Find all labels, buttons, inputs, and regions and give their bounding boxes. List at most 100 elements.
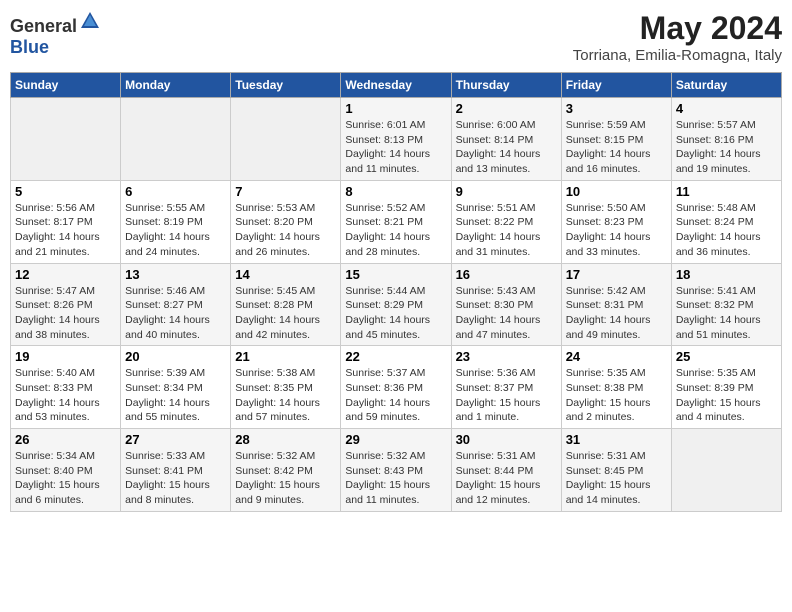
column-header-tuesday: Tuesday [231, 73, 341, 98]
calendar-week-3: 12Sunrise: 5:47 AMSunset: 8:26 PMDayligh… [11, 263, 782, 346]
calendar-cell: 25 Sunrise: 5:35 AMSunset: 8:39 PMDayligh… [671, 346, 781, 429]
day-number: 8 [345, 184, 446, 199]
column-header-saturday: Saturday [671, 73, 781, 98]
day-info: Sunrise: 5:53 AMSunset: 8:20 PMDaylight:… [235, 201, 336, 260]
day-number: 30 [456, 432, 557, 447]
calendar-table: SundayMondayTuesdayWednesdayThursdayFrid… [10, 72, 782, 512]
calendar-week-2: 5Sunrise: 5:56 AMSunset: 8:17 PMDaylight… [11, 180, 782, 263]
calendar-cell: 17 Sunrise: 5:42 AMSunset: 8:31 PMDayligh… [561, 263, 671, 346]
day-number: 1 [345, 101, 446, 116]
calendar-cell [671, 429, 781, 512]
calendar-cell: 9 Sunrise: 5:51 AMSunset: 8:22 PMDaylight… [451, 180, 561, 263]
day-number: 20 [125, 349, 226, 364]
location-title: Torriana, Emilia-Romagna, Italy [573, 47, 782, 64]
day-number: 22 [345, 349, 446, 364]
day-info: Sunrise: 5:33 AMSunset: 8:41 PMDaylight:… [125, 449, 226, 508]
calendar-week-4: 19Sunrise: 5:40 AMSunset: 8:33 PMDayligh… [11, 346, 782, 429]
day-number: 2 [456, 101, 557, 116]
day-number: 13 [125, 267, 226, 282]
day-number: 12 [15, 267, 116, 282]
logo-text: General Blue [10, 10, 101, 58]
day-number: 23 [456, 349, 557, 364]
day-number: 9 [456, 184, 557, 199]
day-number: 14 [235, 267, 336, 282]
calendar-cell: 1 Sunrise: 6:01 AMSunset: 8:13 PMDaylight… [341, 98, 451, 181]
calendar-cell: 29 Sunrise: 5:32 AMSunset: 8:43 PMDayligh… [341, 429, 451, 512]
calendar-cell: 28 Sunrise: 5:32 AMSunset: 8:42 PMDayligh… [231, 429, 341, 512]
logo-blue: Blue [10, 37, 49, 57]
day-number: 19 [15, 349, 116, 364]
day-number: 27 [125, 432, 226, 447]
calendar-cell: 14Sunrise: 5:45 AMSunset: 8:28 PMDayligh… [231, 263, 341, 346]
day-number: 26 [15, 432, 116, 447]
day-info: Sunrise: 5:35 AMSunset: 8:38 PMDaylight:… [566, 366, 667, 425]
day-number: 21 [235, 349, 336, 364]
calendar-cell: 10Sunrise: 5:50 AMSunset: 8:23 PMDayligh… [561, 180, 671, 263]
calendar-cell: 11Sunrise: 5:48 AMSunset: 8:24 PMDayligh… [671, 180, 781, 263]
day-info: Sunrise: 6:00 AMSunset: 8:14 PMDaylight:… [456, 118, 557, 177]
day-info: Sunrise: 5:41 AMSunset: 8:32 PMDaylight:… [676, 284, 777, 343]
day-info: Sunrise: 5:51 AMSunset: 8:22 PMDaylight:… [456, 201, 557, 260]
calendar-cell [231, 98, 341, 181]
day-number: 17 [566, 267, 667, 282]
day-info: Sunrise: 5:42 AMSunset: 8:31 PMDaylight:… [566, 284, 667, 343]
day-info: Sunrise: 5:32 AMSunset: 8:42 PMDaylight:… [235, 449, 336, 508]
day-info: Sunrise: 5:35 AMSunset: 8:39 PMDaylight:… [676, 366, 777, 425]
day-info: Sunrise: 5:31 AMSunset: 8:44 PMDaylight:… [456, 449, 557, 508]
calendar-week-5: 26Sunrise: 5:34 AMSunset: 8:40 PMDayligh… [11, 429, 782, 512]
day-number: 6 [125, 184, 226, 199]
calendar-cell: 31 Sunrise: 5:31 AMSunset: 8:45 PMDayligh… [561, 429, 671, 512]
calendar-cell: 30 Sunrise: 5:31 AMSunset: 8:44 PMDayligh… [451, 429, 561, 512]
day-number: 18 [676, 267, 777, 282]
day-number: 28 [235, 432, 336, 447]
day-info: Sunrise: 5:57 AMSunset: 8:16 PMDaylight:… [676, 118, 777, 177]
day-info: Sunrise: 5:39 AMSunset: 8:34 PMDaylight:… [125, 366, 226, 425]
calendar-cell: 22 Sunrise: 5:37 AMSunset: 8:36 PMDayligh… [341, 346, 451, 429]
calendar-cell: 19Sunrise: 5:40 AMSunset: 8:33 PMDayligh… [11, 346, 121, 429]
day-info: Sunrise: 5:52 AMSunset: 8:21 PMDaylight:… [345, 201, 446, 260]
day-info: Sunrise: 5:59 AMSunset: 8:15 PMDaylight:… [566, 118, 667, 177]
calendar-cell: 2 Sunrise: 6:00 AMSunset: 8:14 PMDaylight… [451, 98, 561, 181]
day-info: Sunrise: 5:44 AMSunset: 8:29 PMDaylight:… [345, 284, 446, 343]
calendar-cell: 12Sunrise: 5:47 AMSunset: 8:26 PMDayligh… [11, 263, 121, 346]
calendar-cell: 21 Sunrise: 5:38 AMSunset: 8:35 PMDayligh… [231, 346, 341, 429]
calendar-cell: 16 Sunrise: 5:43 AMSunset: 8:30 PMDayligh… [451, 263, 561, 346]
calendar-cell: 8 Sunrise: 5:52 AMSunset: 8:21 PMDaylight… [341, 180, 451, 263]
calendar-cell: 18 Sunrise: 5:41 AMSunset: 8:32 PMDayligh… [671, 263, 781, 346]
column-header-monday: Monday [121, 73, 231, 98]
calendar-cell: 15 Sunrise: 5:44 AMSunset: 8:29 PMDayligh… [341, 263, 451, 346]
column-header-thursday: Thursday [451, 73, 561, 98]
day-number: 5 [15, 184, 116, 199]
day-number: 29 [345, 432, 446, 447]
page-header: General Blue May 2024 Torriana, Emilia-R… [10, 10, 782, 64]
day-info: Sunrise: 5:43 AMSunset: 8:30 PMDaylight:… [456, 284, 557, 343]
day-number: 15 [345, 267, 446, 282]
calendar-cell: 23 Sunrise: 5:36 AMSunset: 8:37 PMDayligh… [451, 346, 561, 429]
calendar-cell: 4 Sunrise: 5:57 AMSunset: 8:16 PMDaylight… [671, 98, 781, 181]
calendar-week-1: 1 Sunrise: 6:01 AMSunset: 8:13 PMDaylight… [11, 98, 782, 181]
logo-general: General [10, 16, 77, 36]
day-info: Sunrise: 5:36 AMSunset: 8:37 PMDaylight:… [456, 366, 557, 425]
day-info: Sunrise: 5:37 AMSunset: 8:36 PMDaylight:… [345, 366, 446, 425]
day-info: Sunrise: 6:01 AMSunset: 8:13 PMDaylight:… [345, 118, 446, 177]
day-number: 4 [676, 101, 777, 116]
calendar-cell: 26Sunrise: 5:34 AMSunset: 8:40 PMDayligh… [11, 429, 121, 512]
day-info: Sunrise: 5:38 AMSunset: 8:35 PMDaylight:… [235, 366, 336, 425]
column-header-sunday: Sunday [11, 73, 121, 98]
calendar-header-row: SundayMondayTuesdayWednesdayThursdayFrid… [11, 73, 782, 98]
day-info: Sunrise: 5:32 AMSunset: 8:43 PMDaylight:… [345, 449, 446, 508]
calendar-cell: 27 Sunrise: 5:33 AMSunset: 8:41 PMDayligh… [121, 429, 231, 512]
day-info: Sunrise: 5:31 AMSunset: 8:45 PMDaylight:… [566, 449, 667, 508]
calendar-cell: 24 Sunrise: 5:35 AMSunset: 8:38 PMDayligh… [561, 346, 671, 429]
day-number: 16 [456, 267, 557, 282]
day-number: 7 [235, 184, 336, 199]
day-number: 24 [566, 349, 667, 364]
day-number: 25 [676, 349, 777, 364]
month-title: May 2024 [573, 10, 782, 47]
column-header-wednesday: Wednesday [341, 73, 451, 98]
day-number: 31 [566, 432, 667, 447]
day-info: Sunrise: 5:46 AMSunset: 8:27 PMDaylight:… [125, 284, 226, 343]
day-number: 11 [676, 184, 777, 199]
day-info: Sunrise: 5:50 AMSunset: 8:23 PMDaylight:… [566, 201, 667, 260]
calendar-cell: 20 Sunrise: 5:39 AMSunset: 8:34 PMDayligh… [121, 346, 231, 429]
